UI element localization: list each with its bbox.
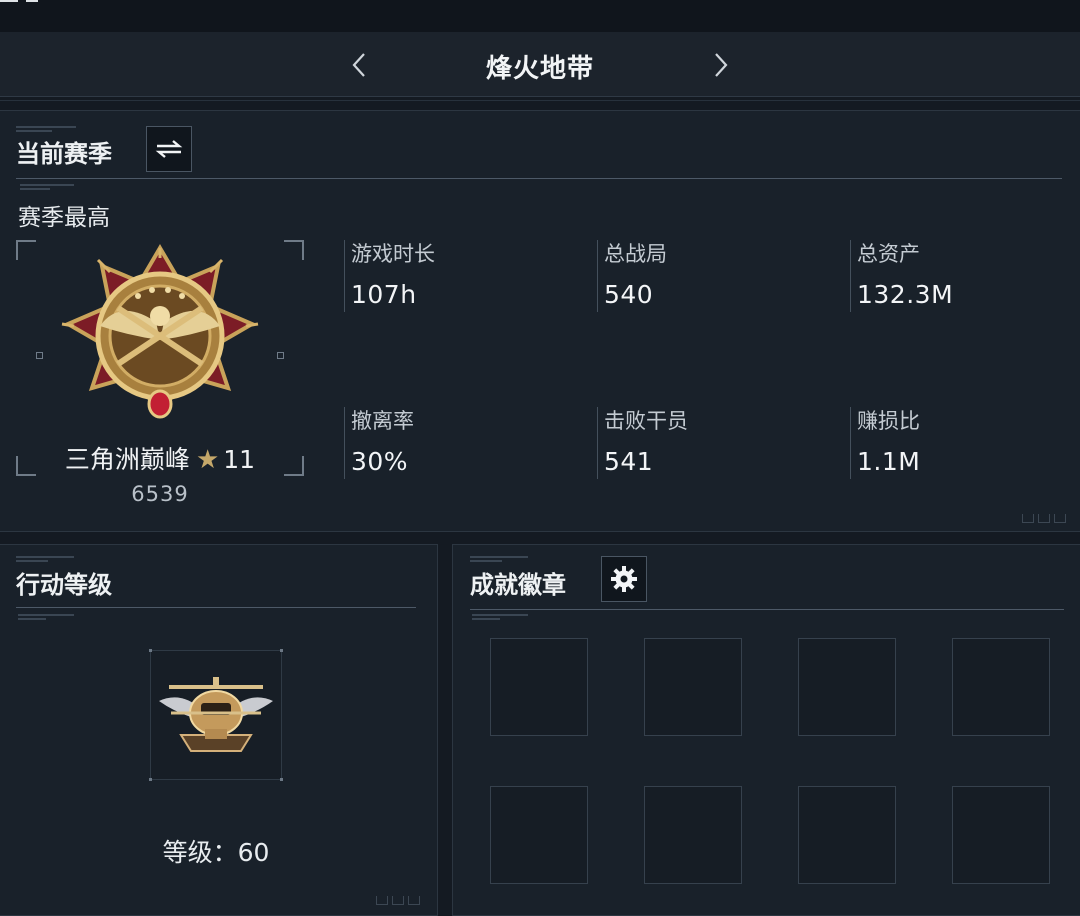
stat-value: 540 bbox=[604, 280, 654, 309]
stat-profit-loss-ratio: 赚损比 1.1M bbox=[850, 407, 920, 479]
stat-total-assets: 总资产 132.3M bbox=[850, 240, 953, 312]
level-text: 等级：60 bbox=[162, 838, 270, 867]
decor-lines bbox=[472, 614, 532, 624]
achievement-slot[interactable] bbox=[952, 638, 1050, 736]
rank-name-row: 三角洲巅峰 ★ 11 bbox=[0, 440, 320, 476]
stat-label: 总资产 bbox=[857, 242, 920, 266]
gear-icon bbox=[611, 566, 637, 592]
stat-extraction-rate: 撤离率 30% bbox=[344, 407, 414, 479]
decor-ticks bbox=[376, 896, 420, 905]
star-icon: ★ bbox=[195, 445, 220, 475]
rank-points: 6539 bbox=[131, 482, 189, 506]
helicopter-badge-icon bbox=[159, 677, 273, 752]
swap-icon bbox=[155, 140, 183, 158]
mode-header: 烽火地带 bbox=[0, 32, 1080, 97]
switch-season-button[interactable] bbox=[146, 126, 192, 172]
stat-label: 击败干员 bbox=[604, 409, 688, 433]
achievement-slot[interactable] bbox=[644, 638, 742, 736]
level-title-rule bbox=[16, 607, 416, 608]
stat-value: 30% bbox=[351, 447, 409, 476]
decor-ticks bbox=[1022, 514, 1066, 523]
mode-title: 烽火地带 bbox=[485, 54, 594, 84]
stat-label: 游戏时长 bbox=[351, 242, 435, 266]
top-strip bbox=[0, 0, 1080, 32]
achievement-slot[interactable] bbox=[490, 638, 588, 736]
season-best-label: 赛季最高 bbox=[18, 205, 110, 231]
stat-value: 1.1M bbox=[857, 447, 921, 476]
stat-value: 541 bbox=[604, 447, 654, 476]
rank-medal-icon bbox=[61, 244, 259, 419]
rank-name: 三角洲巅峰 bbox=[64, 445, 190, 474]
operation-level-title: 行动等级 bbox=[16, 571, 112, 599]
achievement-slot[interactable] bbox=[490, 786, 588, 884]
achievement-slot[interactable] bbox=[952, 786, 1050, 884]
decor-lines bbox=[20, 184, 80, 194]
level-badge-frame bbox=[149, 649, 283, 781]
stat-value: 132.3M bbox=[857, 280, 954, 309]
rank-stars: 11 bbox=[223, 445, 256, 474]
header-divider bbox=[0, 100, 1080, 101]
achievements-title-rule bbox=[470, 609, 1064, 610]
season-title-rule bbox=[16, 178, 1062, 179]
stat-total-matches: 总战局 540 bbox=[597, 240, 667, 312]
stat-label: 赚损比 bbox=[857, 409, 920, 433]
achievement-slot[interactable] bbox=[798, 786, 896, 884]
stat-play-time: 游戏时长 107h bbox=[344, 240, 435, 312]
achievements-title: 成就徽章 bbox=[470, 571, 566, 599]
chevron-right-icon bbox=[715, 53, 728, 77]
season-title: 当前赛季 bbox=[16, 140, 112, 168]
next-mode-button[interactable] bbox=[710, 52, 730, 78]
achievements-settings-button[interactable] bbox=[601, 556, 647, 602]
stat-operators-defeated: 击败干员 541 bbox=[597, 407, 688, 479]
stat-label: 总战局 bbox=[604, 242, 667, 266]
stat-label: 撤离率 bbox=[351, 409, 414, 433]
decor-lines bbox=[18, 614, 78, 624]
achievement-slot[interactable] bbox=[798, 638, 896, 736]
title-fragment bbox=[0, 0, 60, 6]
achievement-slot[interactable] bbox=[644, 786, 742, 884]
stat-value: 107h bbox=[351, 280, 417, 309]
